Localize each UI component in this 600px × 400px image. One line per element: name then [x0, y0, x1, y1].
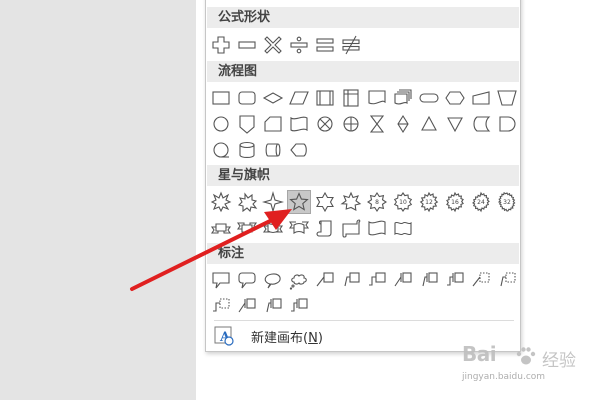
- explosion-1-icon[interactable]: [209, 190, 233, 214]
- shapes-dropdown-panel: 公式形状 流程图 星与旗帜 8 10 12 16 24 32 标注 A 新建画布…: [205, 0, 521, 352]
- flowchart-sequential-access-storage-icon[interactable]: [209, 138, 233, 162]
- panel-divider: [214, 320, 514, 321]
- flowchart-manual-input-icon[interactable]: [469, 86, 493, 110]
- svg-text:10: 10: [399, 199, 407, 206]
- not-equal-sign-icon[interactable]: [339, 33, 363, 57]
- line-callout-3-icon[interactable]: [365, 268, 389, 292]
- new-canvas-menu-item[interactable]: A 新建画布(N): [212, 323, 512, 349]
- plus-sign-icon[interactable]: [209, 33, 233, 57]
- flowchart-summing-junction-icon[interactable]: [313, 112, 337, 136]
- flowchart-alternate-process-icon[interactable]: [235, 86, 259, 110]
- flowchart-or-icon[interactable]: [339, 112, 363, 136]
- star-10-point-icon[interactable]: 10: [391, 190, 415, 214]
- flowchart-connector-icon[interactable]: [209, 112, 233, 136]
- curved-ribbon-up-icon[interactable]: [261, 216, 285, 240]
- flowchart-preparation-icon[interactable]: [443, 86, 467, 110]
- star-5-point-icon[interactable]: [287, 190, 311, 214]
- flowchart-stored-data-icon[interactable]: [469, 112, 493, 136]
- flowchart-offpage-connector-icon[interactable]: [235, 112, 259, 136]
- cloud-callout-icon[interactable]: [287, 268, 311, 292]
- explosion-2-icon[interactable]: [235, 190, 259, 214]
- flowchart-delay-icon[interactable]: [495, 112, 519, 136]
- horizontal-scroll-icon[interactable]: [339, 216, 363, 240]
- line-callout-1-border-and-accent-bar-icon[interactable]: [235, 294, 259, 318]
- star-6-point-icon[interactable]: [313, 190, 337, 214]
- line-callout-3-accent-bar-icon[interactable]: [443, 268, 467, 292]
- section-header-callouts: 标注: [207, 243, 519, 264]
- line-callout-1-accent-bar-icon[interactable]: [391, 268, 415, 292]
- flowchart-merge-icon[interactable]: [443, 112, 467, 136]
- ribbon-down-icon[interactable]: [235, 216, 259, 240]
- line-callout-1-no-border-icon[interactable]: [469, 268, 493, 292]
- flowchart-punched-tape-icon[interactable]: [287, 112, 311, 136]
- line-callout-2-no-border-icon[interactable]: [495, 268, 519, 292]
- equal-sign-icon[interactable]: [313, 33, 337, 57]
- flowchart-multidocument-icon[interactable]: [391, 86, 415, 110]
- oval-callout-icon[interactable]: [261, 268, 285, 292]
- flowchart-extract-icon[interactable]: [417, 112, 441, 136]
- rounded-rectangular-callout-icon[interactable]: [235, 268, 259, 292]
- section-header-formula: 公式形状: [207, 7, 519, 28]
- flowchart-manual-operation-icon[interactable]: [495, 86, 519, 110]
- line-callout-2-icon[interactable]: [339, 268, 363, 292]
- flowchart-card-icon[interactable]: [261, 112, 285, 136]
- flowchart-document-icon[interactable]: [365, 86, 389, 110]
- star-16-point-icon[interactable]: 16: [443, 190, 467, 214]
- svg-text:8: 8: [375, 199, 379, 206]
- divide-sign-icon[interactable]: [287, 33, 311, 57]
- line-callout-1-icon[interactable]: [313, 268, 337, 292]
- double-wave-icon[interactable]: [391, 216, 415, 240]
- flowchart-predefined-process-icon[interactable]: [313, 86, 337, 110]
- section-header-flowchart: 流程图: [207, 61, 519, 82]
- star-8-point-icon[interactable]: 8: [365, 190, 389, 214]
- flowchart-display-icon[interactable]: [287, 138, 311, 162]
- svg-text:32: 32: [503, 199, 511, 206]
- section-header-stars: 星与旗帜: [207, 165, 519, 186]
- flowchart-direct-access-storage-icon[interactable]: [261, 138, 285, 162]
- flowchart-process-icon[interactable]: [209, 86, 233, 110]
- star-32-point-icon[interactable]: 32: [495, 190, 519, 214]
- svg-text:24: 24: [477, 199, 485, 206]
- minus-sign-icon[interactable]: [235, 33, 259, 57]
- rectangular-callout-icon[interactable]: [209, 268, 233, 292]
- flowchart-decision-icon[interactable]: [261, 86, 285, 110]
- line-callout-3-border-and-accent-bar-icon[interactable]: [287, 294, 311, 318]
- ribbon-up-icon[interactable]: [209, 216, 233, 240]
- star-4-point-icon[interactable]: [261, 190, 285, 214]
- document-left-margin: [0, 0, 196, 400]
- line-callout-2-border-and-accent-bar-icon[interactable]: [261, 294, 285, 318]
- star-12-point-icon[interactable]: 12: [417, 190, 441, 214]
- flowchart-terminator-icon[interactable]: [417, 86, 441, 110]
- multiply-sign-icon[interactable]: [261, 33, 285, 57]
- svg-text:16: 16: [451, 199, 459, 206]
- flowchart-magnetic-disk-icon[interactable]: [235, 138, 259, 162]
- svg-text:12: 12: [425, 199, 433, 206]
- flowchart-sort-icon[interactable]: [391, 112, 415, 136]
- star-7-point-icon[interactable]: [339, 190, 363, 214]
- new-canvas-label: 新建画布(N): [251, 330, 323, 346]
- line-callout-2-accent-bar-icon[interactable]: [417, 268, 441, 292]
- vertical-scroll-icon[interactable]: [313, 216, 337, 240]
- curved-ribbon-down-icon[interactable]: [287, 216, 311, 240]
- flowchart-collate-icon[interactable]: [365, 112, 389, 136]
- wave-icon[interactable]: [365, 216, 389, 240]
- new-canvas-icon: A: [214, 326, 234, 346]
- flowchart-data-icon[interactable]: [287, 86, 311, 110]
- flowchart-internal-storage-icon[interactable]: [339, 86, 363, 110]
- line-callout-3-no-border-icon[interactable]: [209, 294, 233, 318]
- star-24-point-icon[interactable]: 24: [469, 190, 493, 214]
